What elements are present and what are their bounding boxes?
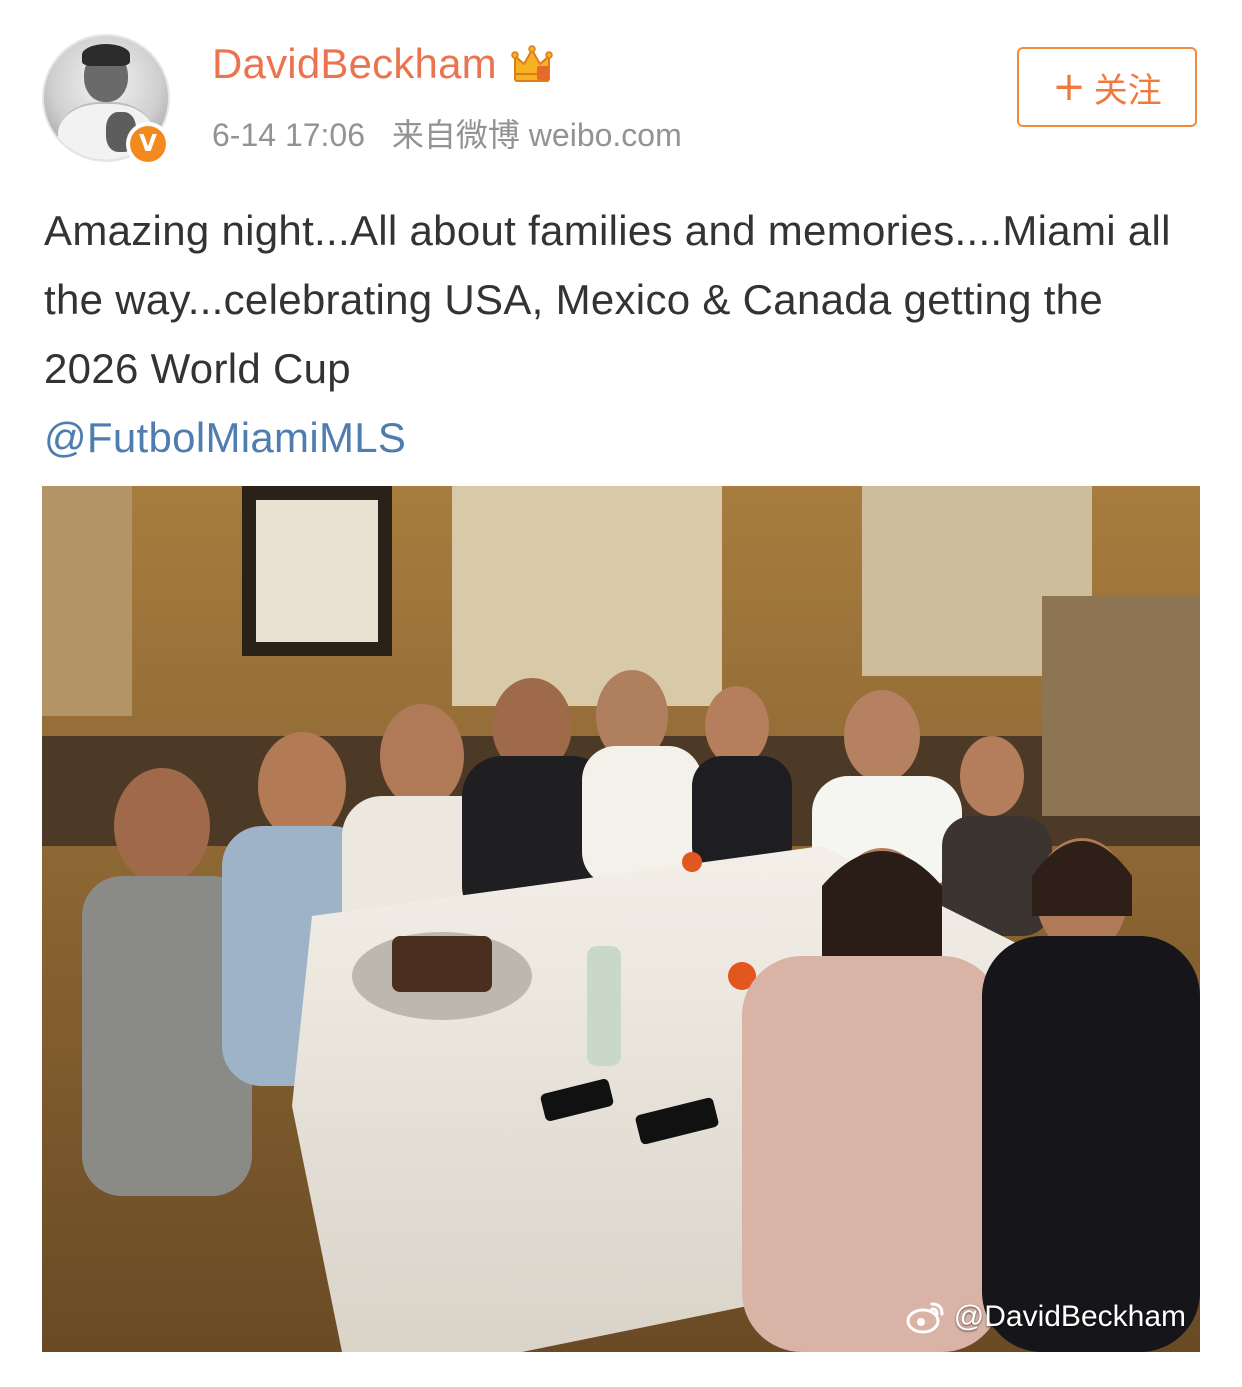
username-link[interactable]: DavidBeckham [212, 40, 497, 88]
photo-watermark: @DavidBeckham [906, 1300, 1186, 1334]
plus-icon: + [1052, 64, 1086, 110]
follow-button[interactable]: + 关注 [1017, 47, 1197, 127]
weibo-logo-icon [906, 1302, 944, 1334]
post-source[interactable]: 来自微博 weibo.com [392, 117, 682, 153]
crown-icon [511, 45, 553, 82]
post-content: Amazing night...All about families and m… [44, 196, 1204, 472]
weibo-post: V DavidBeckham 6-14 17:06 来自微博 weibo.com… [0, 0, 1242, 1387]
post-text: Amazing night...All about families and m… [44, 207, 1171, 392]
verified-badge-label: V [130, 126, 166, 162]
watermark-text: @DavidBeckham [953, 1300, 1186, 1333]
follow-button-label: 关注 [1093, 70, 1162, 111]
post-date: 6-14 17:06 [212, 117, 366, 153]
mention-link[interactable]: @FutbolMiamiMLS [44, 403, 1204, 472]
post-meta: 6-14 17:06 来自微博 weibo.com [212, 110, 700, 156]
post-photo[interactable]: @DavidBeckham [42, 486, 1200, 1352]
photo-scene [42, 486, 1200, 1352]
verified-badge-icon: V [126, 122, 170, 166]
username-row: DavidBeckham [212, 36, 553, 92]
